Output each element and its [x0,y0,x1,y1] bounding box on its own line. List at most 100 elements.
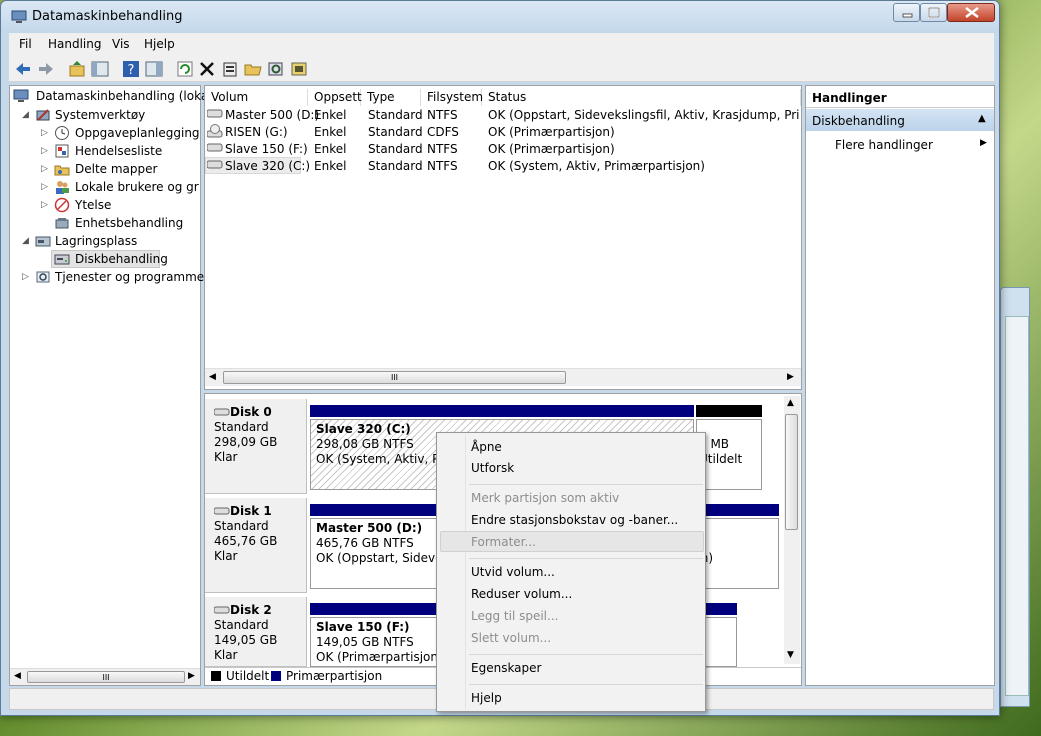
menu-item-help[interactable]: Hjelp [471,691,502,705]
tree-item-hendelsesliste[interactable]: Hendelsesliste [75,144,162,158]
close-button[interactable] [947,3,995,22]
menu-item-properties[interactable]: Egenskaper [471,661,541,675]
partition-size: 149,05 GB NTFS [316,635,414,649]
background-window[interactable] [1000,287,1030,707]
disk-state: Klar [214,450,238,464]
up-folder-icon[interactable] [67,59,87,79]
device-manager-icon [55,218,69,229]
expand-arrow-icon[interactable]: ▷ [41,146,48,156]
search-disk-icon[interactable] [266,59,286,79]
menu-hjelp[interactable]: Hjelp [144,37,175,51]
expand-arrow-icon[interactable]: ▷ [41,200,48,210]
scroll-thumb[interactable] [785,414,798,530]
disk-size: 465,76 GB [214,534,278,548]
disk-name: Disk 2 [230,603,272,617]
users-icon [56,181,69,194]
refresh-icon[interactable] [175,59,195,79]
menu-item-shrink[interactable]: Reduser volum... [471,587,572,601]
menu-handling[interactable]: Handling [48,37,102,51]
tree-item-enhetsbehandling[interactable]: Enhetsbehandling [75,216,183,230]
collapse-arrow-icon[interactable]: ◢ [22,236,29,246]
collapse-arrow-icon[interactable]: ◢ [22,110,29,120]
column-header-type[interactable]: Type [362,89,421,106]
menu-item-change-letter[interactable]: Endre stasjonsbokstav og -baner... [471,513,678,527]
menu-vis[interactable]: Vis [112,37,130,51]
menu-item-mark-active: Merk partisjon som aktiv [471,491,620,505]
maximize-button[interactable] [920,3,947,22]
scroll-up-icon[interactable]: ▲ [787,398,794,408]
volume-filesystem: NTFS [427,159,458,173]
tree-item-lagringsplass[interactable]: Lagringsplass [55,234,137,248]
scroll-right-icon[interactable]: ▶ [188,671,195,681]
navigation-tree: Datamaskinbehandling (lokal) ◢ Systemver… [9,85,216,686]
scroll-thumb[interactable]: III [27,671,185,683]
tree-item-diskbehandling[interactable]: Diskbehandling [75,252,168,266]
menu-item-open[interactable]: Åpne [471,440,502,454]
submenu-arrow-icon: ▶ [980,138,987,148]
scroll-right-icon[interactable]: ▶ [787,372,794,382]
drive-icon [207,143,223,152]
scroll-left-icon[interactable]: ◀ [209,372,216,382]
rescan-disks-icon[interactable] [289,59,309,79]
tree-item-delte-mapper[interactable]: Delte mapper [75,162,157,176]
disk-management-icon [54,254,70,265]
expand-arrow-icon[interactable]: ▷ [22,272,29,282]
tree-item-ytelse[interactable]: Ytelse [75,198,111,212]
tree-item-tjenester[interactable]: Tjenester og programmer [55,270,209,284]
minimize-button[interactable] [893,3,920,22]
collapse-up-icon[interactable]: ▲ [978,113,986,124]
expand-arrow-icon[interactable]: ▷ [41,182,48,192]
back-arrow-icon[interactable] [13,59,33,79]
volume-status: OK (System, Aktiv, Primærpartisjon) [488,159,705,173]
computer-management-icon [11,10,27,23]
menu-item-explore[interactable]: Utforsk [471,461,514,475]
column-header-oppsett[interactable]: Oppsett [309,89,362,106]
disk-1-label[interactable]: Disk 1 Standard 465,76 GB Klar [205,498,307,593]
menu-item-delete-volume: Slett volum... [471,631,552,645]
menu-separator [469,684,703,685]
disk-0-label[interactable]: Disk 0 Standard 298,09 GB Klar [205,399,307,494]
actions-pane: Handlinger Diskbehandling ▲ Flere handli… [805,85,995,686]
expand-arrow-icon[interactable]: ▷ [41,164,48,174]
volume-filesystem: CDFS [427,125,459,139]
volume-type: Standard [368,142,423,156]
delete-icon[interactable] [197,59,217,79]
volume-layout: Enkel [314,108,347,122]
scroll-left-icon[interactable]: ◀ [14,671,21,681]
tree-item-oppgaveplanlegging[interactable]: Oppgaveplanlegging [75,126,200,140]
menu-fil[interactable]: Fil [19,37,32,51]
column-header-status[interactable]: Status [483,89,801,106]
help-icon[interactable]: ? [121,59,141,79]
scroll-down-icon[interactable]: ▼ [787,650,794,660]
column-header-volum[interactable]: Volum [206,89,308,106]
open-icon[interactable] [243,59,263,79]
forward-arrow-icon[interactable] [36,59,56,79]
properties-icon[interactable] [220,59,240,79]
system-tools-icon [36,109,50,121]
disk-type: Standard [214,519,269,533]
show-hide-action-pane-icon[interactable] [144,59,164,79]
tree-horizontal-scrollbar[interactable]: ◀ III ▶ [10,668,200,685]
disk-2-label[interactable]: Disk 2 Standard 149,05 GB Klar [205,597,307,667]
scroll-thumb[interactable]: III [223,371,566,384]
tree-item-root[interactable]: Datamaskinbehandling (lokal) [36,89,216,103]
legend-unallocated-swatch [211,671,221,681]
tree-item-lokale-brukere[interactable]: Lokale brukere og grupper [75,180,199,194]
cd-drive-icon [207,124,223,138]
menu-item-extend[interactable]: Utvid volum... [471,565,555,579]
action-more-actions[interactable]: Flere handlinger [835,138,933,152]
list-horizontal-scrollbar[interactable]: ◀ III ▶ [205,368,801,386]
tree-item-systemverktoy[interactable]: Systemverktøy [55,108,145,122]
partition-name: Slave 150 (F:) [316,620,410,634]
legend-primary-label: Primærpartisjon [286,669,383,683]
actions-section-diskbehandling[interactable]: Diskbehandling ▲ [806,109,994,131]
volume-layout: Enkel [314,125,347,139]
volume-type: Standard [368,125,423,139]
title-bar[interactable]: Datamaskinbehandling [1,1,999,33]
disk-size: 149,05 GB [214,633,278,647]
column-header-filsystem[interactable]: Filsystem [422,89,483,106]
disk-type: Standard [214,618,269,632]
expand-arrow-icon[interactable]: ▷ [41,128,48,138]
disk-view-vertical-scrollbar[interactable]: ▲ ▼ [784,396,800,664]
show-hide-tree-icon[interactable] [90,59,110,79]
